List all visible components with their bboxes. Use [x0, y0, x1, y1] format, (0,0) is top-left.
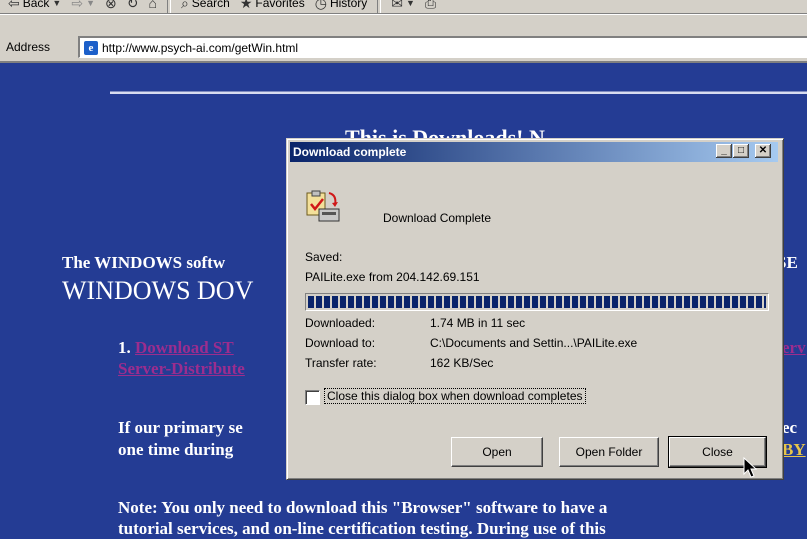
one-time-text: one time during [118, 440, 234, 459]
downloaded-value: 1.74 MB in 11 sec [430, 316, 526, 330]
transfer-rate-label: Transfer rate: [305, 356, 377, 370]
forward-arrow-icon: ⇨ [71, 0, 84, 11]
dropdown-arrow-icon: ▼ [52, 0, 62, 8]
minimize-button[interactable]: _ [716, 144, 732, 158]
ie-page-icon: e [84, 40, 98, 55]
close-window-button[interactable]: ✕ [755, 144, 771, 158]
mouse-pointer-icon [743, 457, 758, 478]
saved-label: Saved: [305, 250, 343, 264]
back-label: Back [22, 0, 50, 10]
open-folder-button[interactable]: Open Folder [559, 437, 659, 467]
server-distribute-link[interactable]: Server-Distribute [118, 359, 245, 379]
favorites-label: Favorites [255, 0, 305, 10]
maximize-icon: □ [737, 145, 745, 156]
favorites-button[interactable]: ★ Favorites [236, 0, 309, 12]
close-when-complete-label[interactable]: Close this dialog box when download comp… [324, 388, 586, 404]
search-label: Search [191, 0, 230, 10]
refresh-icon: ↻ [126, 0, 139, 11]
close-button-label: Close [702, 445, 733, 459]
home-icon: ⌂ [148, 0, 157, 11]
mail-button[interactable]: ✉ ▼ [387, 0, 419, 12]
toolbar-separator [166, 0, 171, 13]
download-complete-dialog[interactable]: Download complete _ □ ✕ Download Complet… [286, 138, 784, 480]
open-button[interactable]: Open [451, 437, 543, 467]
download-to-label: Download to: [305, 336, 376, 350]
history-icon: ◷ [314, 0, 327, 11]
close-icon: ✕ [758, 145, 768, 156]
refresh-button[interactable]: ↻ [123, 0, 143, 12]
close-when-complete-checkbox[interactable] [305, 390, 320, 405]
note-text: Note: You only need to download this "Br… [118, 498, 608, 517]
download-complete-icon [306, 190, 340, 222]
print-icon: ⎙ [424, 0, 437, 11]
horizontal-rule [110, 91, 807, 94]
windows-software-text: The WINDOWS softw [62, 253, 226, 272]
right-cut-link[interactable]: erv [782, 338, 806, 358]
download-complete-heading: Download Complete [383, 211, 492, 225]
toolbar-separator [377, 0, 382, 13]
downloaded-label: Downloaded: [305, 316, 376, 330]
dropdown-arrow-icon: ▼ [86, 0, 95, 8]
transfer-rate-value: 162 KB/Sec [430, 356, 494, 370]
browser-toolbar: ⇦ Back ▼ ⇨ ▼ ⊗ ↻ ⌂ ⌕ Search ★ Favorites … [0, 0, 807, 32]
address-bar: Address e http://www.psych-ai.com/getWin… [0, 34, 807, 60]
back-arrow-icon: ⇦ [8, 0, 20, 11]
minimize-icon: _ [721, 145, 727, 156]
maximize-button[interactable]: □ [733, 144, 749, 158]
address-label: Address [6, 40, 51, 54]
history-button[interactable]: ◷ History [311, 0, 372, 12]
home-button[interactable]: ⌂ [144, 0, 160, 11]
tutorial-text: tutorial services, and on-line certifica… [118, 519, 606, 538]
address-url: http://www.psych-ai.com/getWin.html [102, 40, 299, 55]
right-cut-text: ec [782, 418, 798, 437]
list-number: 1. [118, 338, 131, 357]
toolbar-divider [0, 14, 807, 15]
open-button-label: Open [482, 445, 512, 459]
stop-icon: ⊗ [105, 0, 117, 11]
dropdown-arrow-icon: ▼ [406, 0, 415, 8]
download-to-value: C:\Documents and Settin...\PAILite.exe [430, 336, 638, 350]
favorites-icon: ★ [239, 0, 253, 11]
progress-fill [308, 296, 766, 308]
forward-button[interactable]: ⇨ ▼ [67, 0, 99, 12]
back-button[interactable]: ⇦ Back ▼ [4, 0, 65, 12]
dialog-title: Download complete [293, 145, 407, 159]
stop-button[interactable]: ⊗ [101, 0, 121, 12]
print-button[interactable]: ⎙ [421, 0, 440, 12]
list-item-1: 1. Download ST [118, 338, 234, 358]
windows-downloads-heading: WINDOWS DOV [62, 276, 254, 305]
mail-icon: ✉ [391, 0, 404, 11]
primary-server-text: If our primary se [118, 418, 243, 437]
download-progress-bar [305, 293, 769, 311]
dialog-titlebar[interactable]: Download complete [290, 142, 778, 162]
history-label: History [329, 0, 368, 10]
search-icon: ⌕ [180, 0, 189, 11]
download-link[interactable]: Download ST [135, 338, 234, 357]
search-button[interactable]: ⌕ Search [177, 0, 234, 12]
right-cut-link[interactable]: BY [782, 440, 806, 460]
open-folder-button-label: Open Folder [575, 445, 643, 459]
address-input[interactable]: e http://www.psych-ai.com/getWin.html [78, 36, 807, 58]
saved-value: PAILite.exe from 204.142.69.151 [305, 270, 480, 284]
